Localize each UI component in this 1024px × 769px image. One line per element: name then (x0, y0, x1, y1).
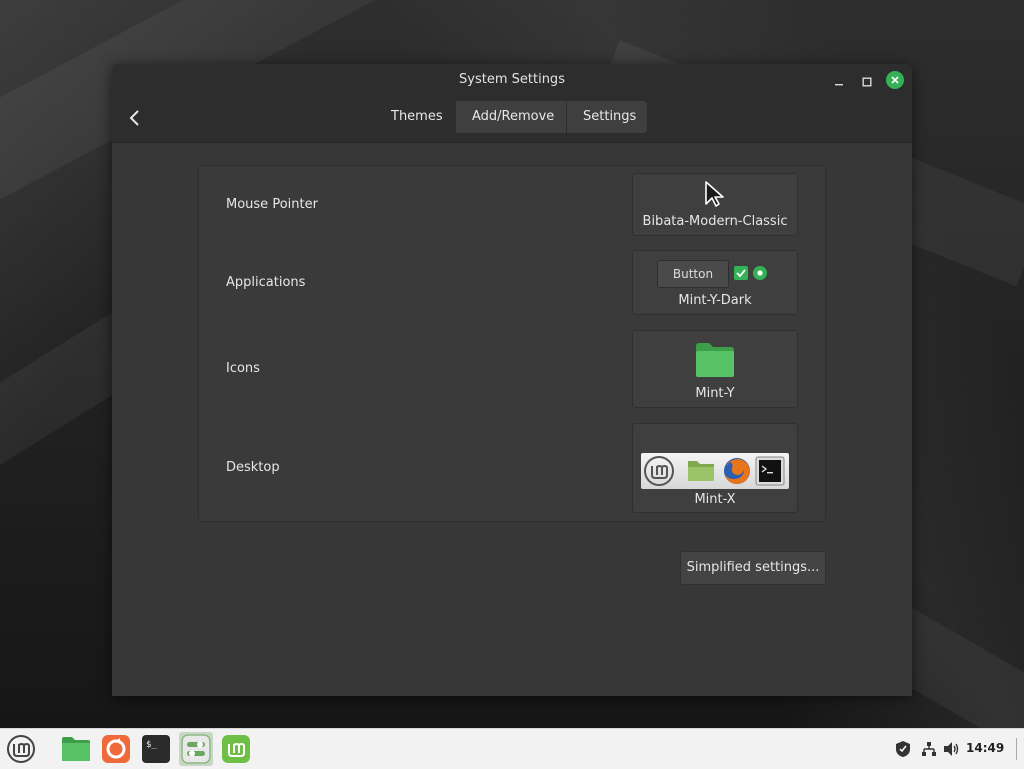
chevron-left-icon (129, 110, 139, 126)
close-icon (891, 76, 899, 84)
minimize-icon (835, 84, 843, 86)
window-title: System Settings (459, 72, 565, 87)
folder-mint-x-icon (688, 461, 714, 481)
desktop-panel-preview (641, 453, 789, 489)
checkbox-preview-icon (734, 266, 748, 280)
settings-icon (181, 734, 211, 764)
show-desktop-icon[interactable] (1016, 738, 1017, 760)
mintinstall-launcher[interactable] (219, 732, 253, 766)
volume-tray-button[interactable] (942, 739, 962, 759)
update-manager-launcher[interactable] (99, 732, 133, 766)
header-bar: System Settings Themes Add/Remove Settin… (112, 64, 912, 143)
icons-value: Mint-Y (695, 386, 735, 401)
simplified-settings-button[interactable]: Simplified settings... (680, 551, 826, 585)
settings-launcher[interactable] (179, 732, 213, 766)
tab-add-remove[interactable]: Add/Remove (456, 101, 567, 133)
desktop-value: Mint-X (694, 492, 736, 507)
cursor-preview-icon (705, 181, 724, 207)
row-label-icons: Icons (226, 361, 260, 376)
maximize-icon (862, 77, 872, 87)
themes-panel: Mouse Pointer Bibata-Modern-Classic Appl… (198, 165, 826, 522)
back-button[interactable] (125, 107, 145, 129)
radio-preview-icon (753, 266, 767, 280)
system-settings-window: System Settings Themes Add/Remove Settin… (112, 64, 912, 696)
applications-chooser[interactable]: Button Mint-Y-Dark (632, 250, 798, 315)
icons-chooser[interactable]: Mint-Y (632, 330, 798, 408)
tab-themes[interactable]: Themes (375, 101, 456, 133)
terminal-icon: $_ (142, 735, 170, 763)
row-label-applications: Applications (226, 275, 306, 290)
close-button[interactable] (886, 71, 904, 89)
mint-menu-button[interactable] (4, 732, 38, 766)
minimize-button[interactable] (830, 73, 848, 91)
row-label-mouse-pointer: Mouse Pointer (226, 197, 318, 212)
mintinstall-icon (222, 735, 250, 763)
applications-value: Mint-Y-Dark (678, 293, 752, 308)
view-switcher: Themes Add/Remove Settings (375, 101, 647, 133)
files-launcher[interactable] (59, 732, 93, 766)
mint-logo-icon (644, 456, 674, 486)
mint-menu-icon (7, 735, 35, 763)
network-tray-button[interactable] (919, 739, 939, 759)
terminal-mint-x-icon (755, 456, 785, 486)
terminal-launcher[interactable]: $_ (139, 732, 173, 766)
maximize-button[interactable] (858, 73, 876, 91)
network-icon (922, 742, 936, 756)
row-label-desktop: Desktop (226, 460, 280, 475)
mouse-pointer-chooser[interactable]: Bibata-Modern-Classic (632, 173, 798, 236)
folder-preview-icon (696, 343, 734, 377)
volume-icon (944, 742, 959, 756)
clock[interactable]: 14:49 (966, 741, 1004, 755)
shield-icon (896, 741, 910, 757)
svg-text:$_: $_ (146, 740, 157, 750)
firefox-icon (724, 458, 750, 484)
update-manager-icon (102, 735, 130, 763)
mouse-pointer-value: Bibata-Modern-Classic (642, 214, 788, 229)
preview-button: Button (657, 260, 729, 288)
tab-settings[interactable]: Settings (567, 101, 647, 133)
shield-tray-button[interactable] (893, 739, 913, 759)
taskbar: $_ 14:49 (0, 728, 1024, 769)
files-icon (62, 737, 90, 761)
desktop-chooser[interactable]: Mint-X (632, 423, 798, 513)
